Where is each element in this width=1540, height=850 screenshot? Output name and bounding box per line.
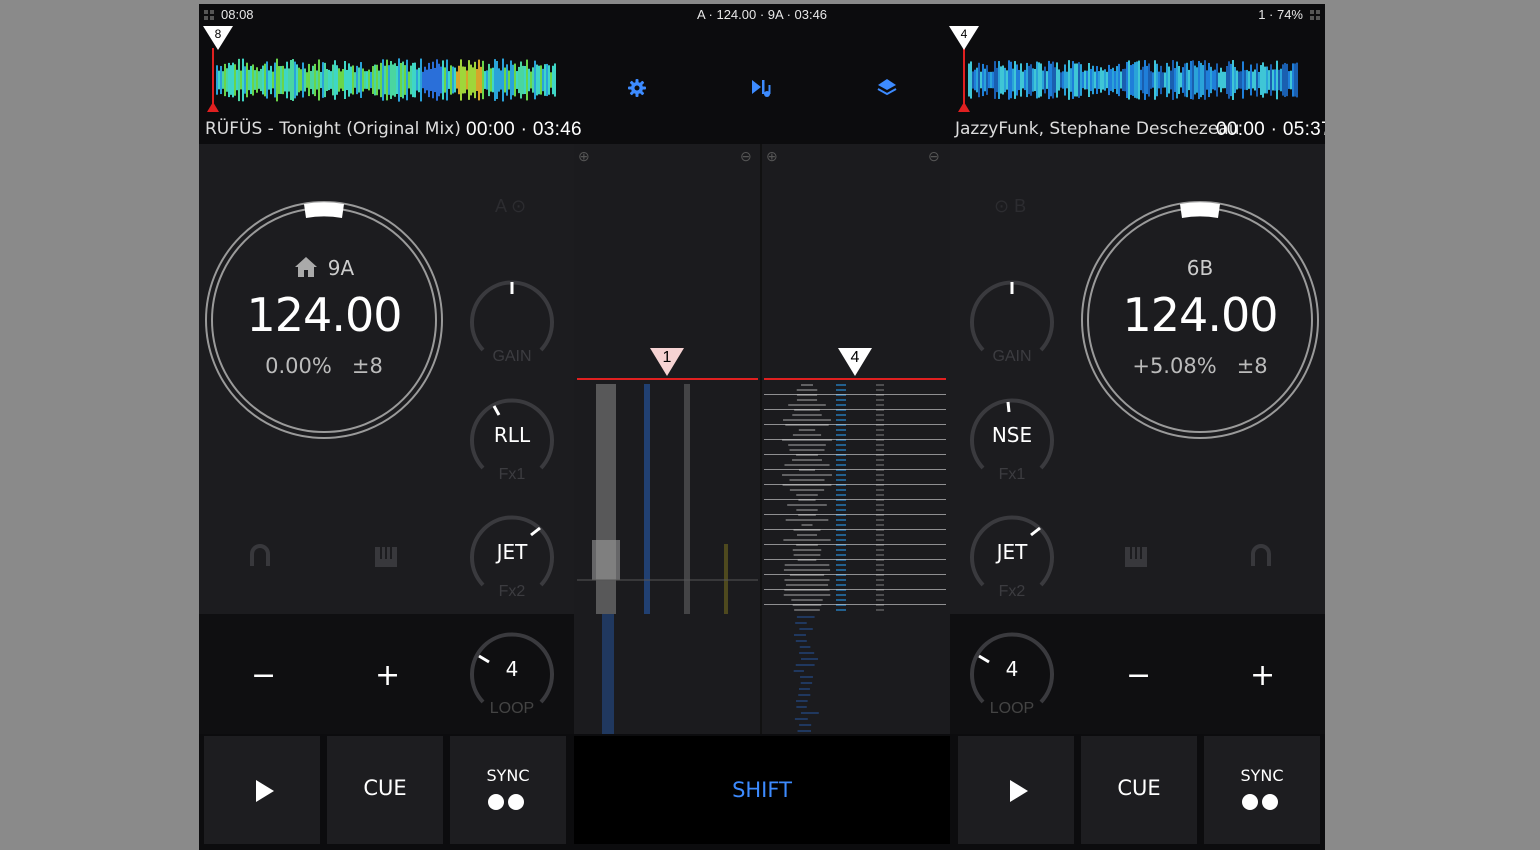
deck-b-key: 6B — [1186, 256, 1214, 280]
deck-a-lower-panel: − + 4 LOOP — [199, 614, 574, 734]
deck-a-panel: 9A 124.00 0.00% ±8 A ⊙ GAIN RLL Fx1 JET … — [199, 144, 574, 614]
deck-a-overview-waveform[interactable] — [203, 36, 559, 112]
status-bar: 08:08 A · 124.00 · 9A · 03:46 1 · 74% — [199, 4, 1325, 26]
deck-a-grid-marker[interactable]: 1 — [650, 348, 684, 378]
scrolling-waveform-panel[interactable]: ⊕ ⊖ ⊕ ⊖ 1 4 — [574, 144, 950, 734]
deck-b-track-title: JazzyFunk, Stephane Deschezeau — [955, 119, 1240, 139]
zoom-in-icon[interactable]: ⊕ — [766, 148, 778, 165]
layers-icon[interactable] — [875, 76, 899, 100]
deck-a-play-button[interactable] — [204, 736, 320, 844]
deck-b-label: ⊙ B — [994, 196, 1027, 216]
deck-b-loop-minus-button[interactable]: − — [1126, 658, 1151, 693]
settings-gear-icon[interactable] — [625, 76, 649, 100]
play-icon — [1010, 780, 1028, 802]
deck-a-fx2-knob[interactable]: JET Fx2 — [467, 511, 557, 601]
headphones-icon[interactable] — [1248, 544, 1274, 570]
deck-b-loop-plus-button[interactable]: + — [1250, 658, 1275, 693]
deck-a-loop-minus-button[interactable]: − — [251, 658, 276, 693]
deck-b-fx1-knob[interactable]: NSE Fx1 — [967, 394, 1057, 484]
deck-b-lower-panel: 4 LOOP − + — [950, 614, 1325, 734]
master-info: A · 124.00 · 9A · 03:46 — [696, 7, 828, 22]
deck-a-loop-plus-button[interactable]: + — [375, 658, 400, 693]
deck-a-jog-wheel[interactable]: 9A 124.00 0.00% ±8 — [204, 200, 444, 440]
deck-b-jog-wheel[interactable]: 6B 124.00 +5.08% ±8 — [1080, 200, 1320, 440]
deck-a-cue-marker[interactable]: 8 — [203, 26, 233, 52]
deck-b-cue-marker[interactable]: 4 — [949, 26, 979, 52]
sync-indicator — [1242, 794, 1282, 810]
deck-b-play-button[interactable] — [958, 736, 1074, 844]
deck-b-cue-button[interactable]: CUE — [1081, 736, 1197, 844]
home-icon — [294, 257, 317, 277]
deck-b-loop-knob[interactable]: 4 LOOP — [967, 628, 1057, 718]
deck-b-grid-marker[interactable]: 4 — [838, 348, 872, 378]
overview-strip: 8 RÜFÜS - Tonight (Original Mix) 00:00 ·… — [199, 26, 1325, 144]
deck-a-fx1-knob[interactable]: RLL Fx1 — [467, 394, 557, 484]
deck-b-pitch: +5.08% ±8 — [1132, 354, 1268, 378]
deck-b-time: 00:00 · 05:37 — [1216, 119, 1325, 140]
deck-a-key: 9A — [204, 256, 444, 280]
deck-a-sync-button[interactable]: SYNC — [450, 736, 566, 844]
keyboard-icon[interactable] — [1123, 544, 1149, 570]
deck-a-bpm: 124.00 — [246, 288, 403, 342]
deck-a-cue-button[interactable]: CUE — [327, 736, 443, 844]
deck-b-sync-button[interactable]: SYNC — [1204, 736, 1320, 844]
sync-indicator — [488, 794, 528, 810]
zoom-out-icon[interactable]: ⊖ — [740, 148, 752, 165]
deck-a-pitch: 0.00% ±8 — [265, 354, 383, 378]
zoom-out-icon[interactable]: ⊖ — [928, 148, 940, 165]
deck-b-panel: ⊙ B GAIN NSE Fx1 JET Fx2 6B 124.00 +5.08… — [950, 144, 1325, 614]
deck-b-bpm: 124.00 — [1122, 288, 1279, 342]
deck-a-loop-knob[interactable]: 4 LOOP — [467, 628, 557, 718]
play-icon — [256, 780, 274, 802]
grip-icon — [1310, 10, 1320, 20]
deck-b-fx2-knob[interactable]: JET Fx2 — [967, 511, 1057, 601]
shift-button[interactable]: SHIFT — [574, 736, 950, 844]
keyboard-icon[interactable] — [373, 544, 399, 570]
battery-level: 1 · 74% — [1258, 7, 1303, 22]
deck-b-overview-waveform[interactable] — [955, 36, 1305, 112]
deck-a-gain-knob[interactable]: GAIN — [467, 276, 557, 366]
dj-app: 08:08 A · 124.00 · 9A · 03:46 1 · 74% 8 … — [199, 4, 1325, 850]
deck-a-time: 00:00 · 03:46 — [466, 119, 582, 140]
deck-a-track-title: RÜFÜS - Tonight (Original Mix) — [205, 119, 461, 139]
deck-b-gain-knob[interactable]: GAIN — [967, 276, 1057, 366]
headphones-icon[interactable] — [247, 544, 273, 570]
zoom-in-icon[interactable]: ⊕ — [578, 148, 590, 165]
deck-a-label: A ⊙ — [495, 196, 527, 216]
skip-to-music-icon[interactable] — [749, 76, 773, 100]
